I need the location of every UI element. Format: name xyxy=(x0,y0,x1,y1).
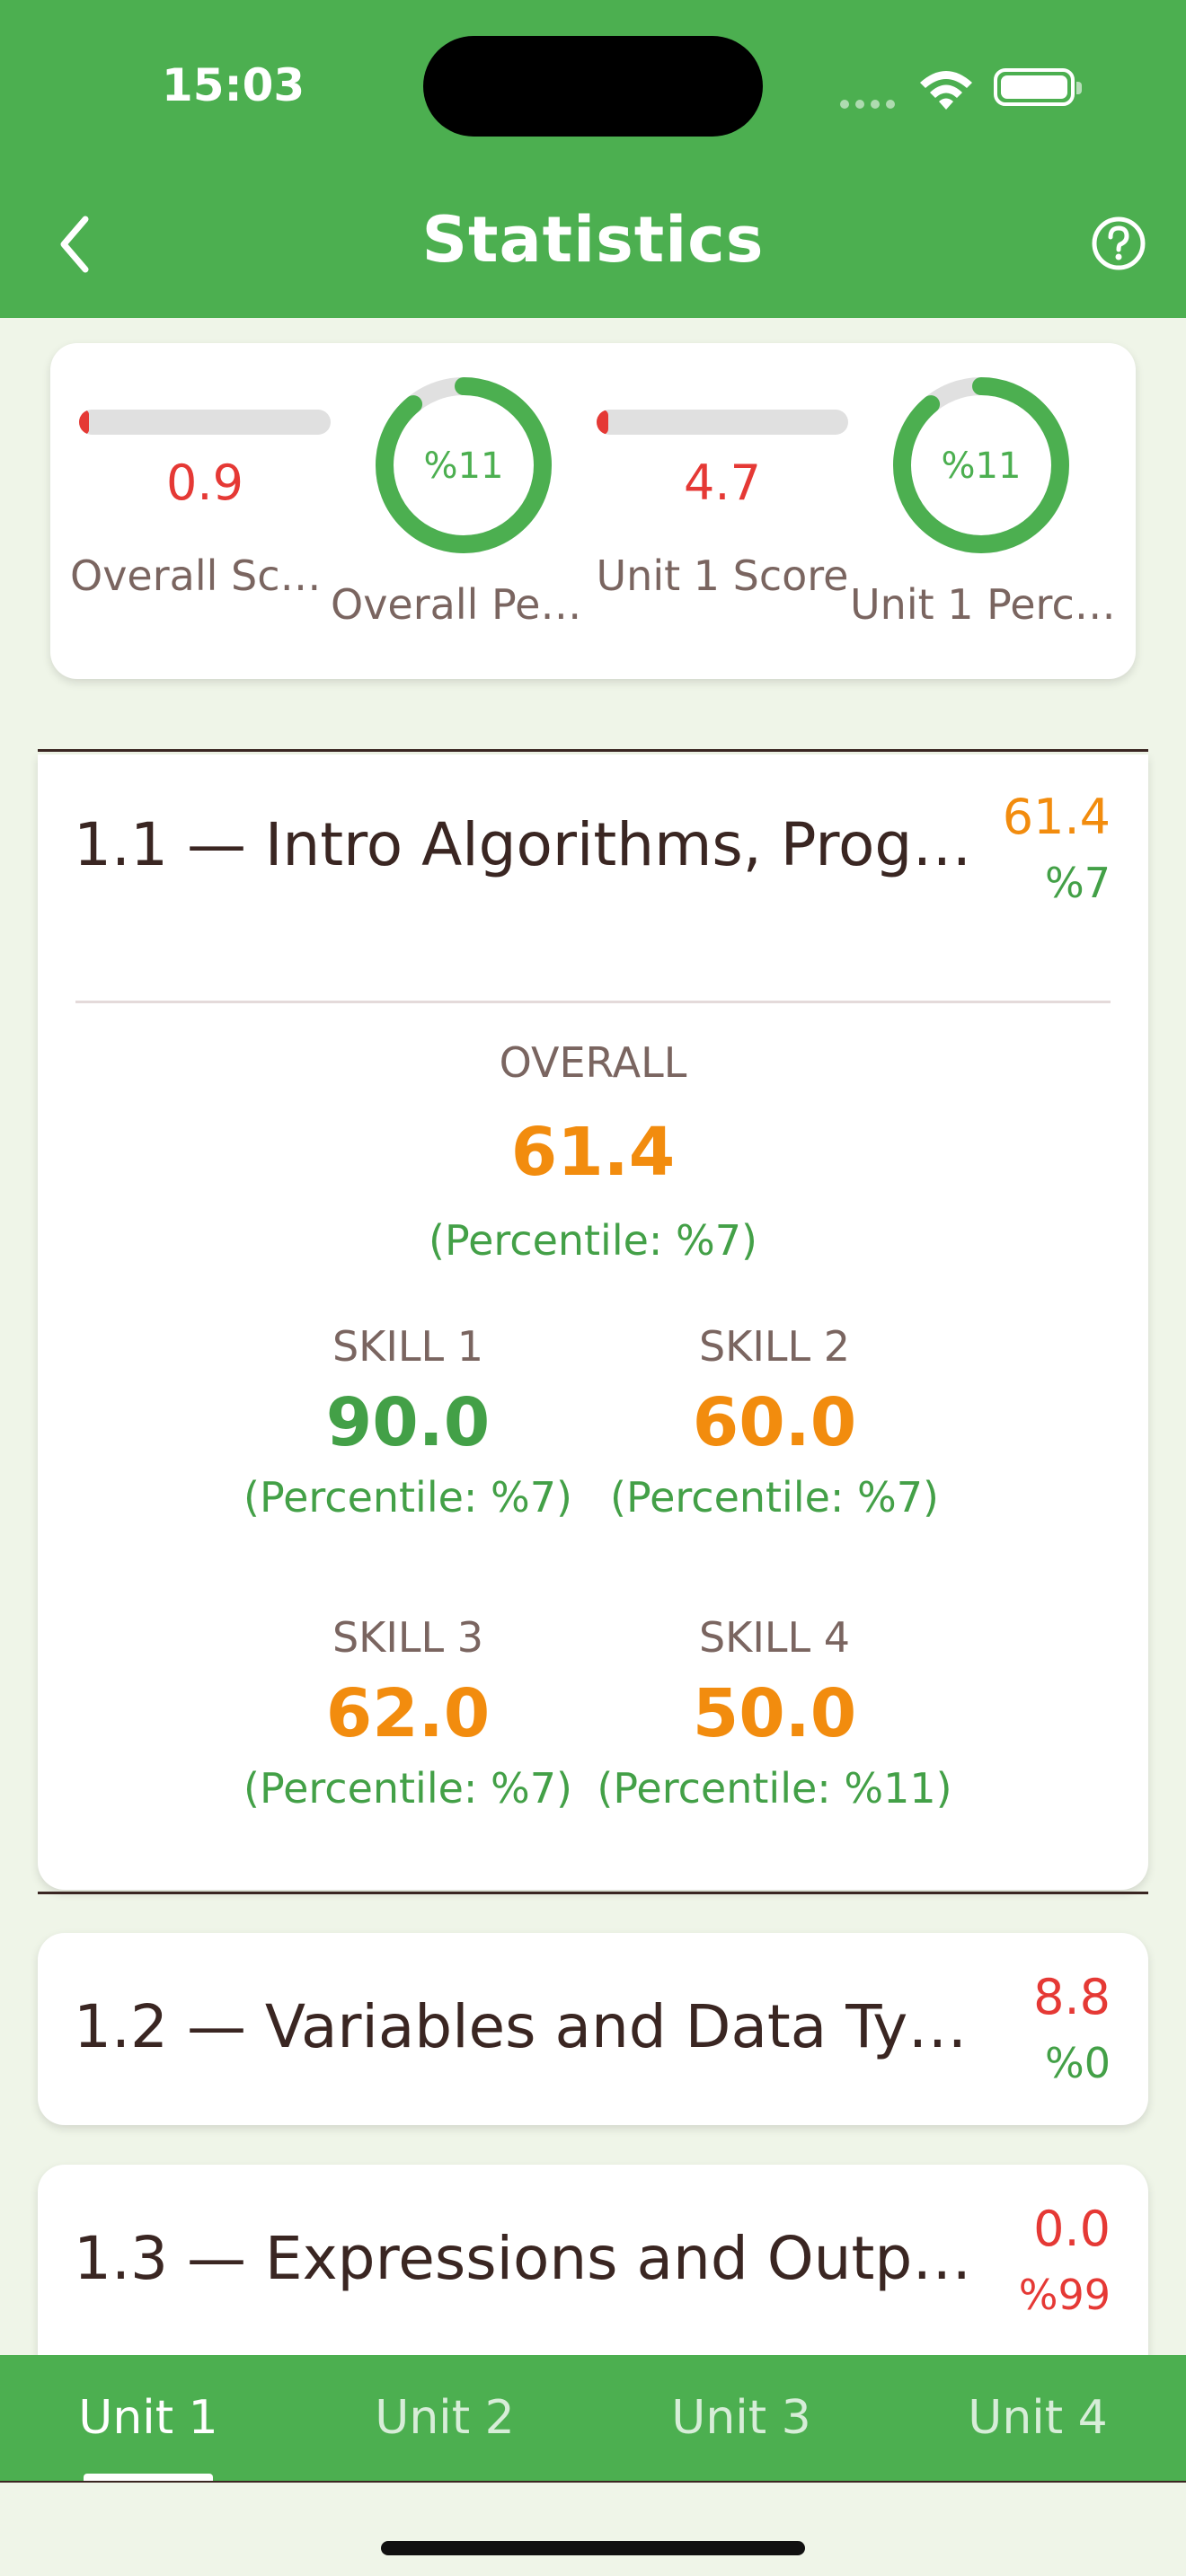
overall-value: 61.4 xyxy=(510,1114,676,1191)
section-title: 1.3 — Expressions and Output xyxy=(74,2224,972,2293)
skill-value: 90.0 xyxy=(325,1384,491,1461)
unit-percentile-label: Unit 1 Percentile xyxy=(850,580,1120,629)
section-score: 8.8 xyxy=(1033,1969,1111,2025)
skill-label: SKILL 1 xyxy=(332,1322,484,1371)
unit-score-stat: 4.7 xyxy=(597,410,848,511)
skill-value: 60.0 xyxy=(692,1384,857,1461)
cellular-signal-icon xyxy=(840,95,901,112)
skill-2: SKILL 2 60.0 (Percentile: %7) xyxy=(595,1322,954,1522)
overall-score-value: 0.9 xyxy=(166,454,243,511)
section-separator xyxy=(38,749,1148,752)
help-button[interactable] xyxy=(1091,216,1146,271)
overall-label: OVERALL xyxy=(499,1038,687,1087)
section-percentile: %99 xyxy=(1018,2271,1111,2319)
battery-icon xyxy=(994,68,1082,106)
skill-percentile: (Percentile: %7) xyxy=(243,1764,572,1813)
unit-score-bar-fill xyxy=(597,410,609,435)
summary-stats-card: 0.9 Overall Score %11 Overall Percentile… xyxy=(50,343,1136,679)
overall-score-label: Overall Score xyxy=(70,551,340,600)
unit-tab-bar: Unit 1 Unit 2 Unit 3 Unit 4 xyxy=(0,2355,1186,2481)
section-card[interactable]: 1.3 — Expressions and Output 0.0 %99 xyxy=(38,2165,1148,2380)
section-card-expanded[interactable]: 1.1 — Intro Algorithms, Programming 61.4… xyxy=(38,754,1148,1890)
overall-percentile-ring: %11 xyxy=(374,375,553,559)
overall-percentile-value: %11 xyxy=(424,446,504,487)
skill-label: SKILL 3 xyxy=(332,1613,484,1662)
overall-score-bar-fill xyxy=(79,410,90,435)
dynamic-island xyxy=(423,36,763,137)
section-score: 0.0 xyxy=(1033,2201,1111,2257)
home-indicator[interactable] xyxy=(381,2541,805,2555)
tab-indicator xyxy=(84,2474,213,2481)
unit-percentile-value: %11 xyxy=(942,446,1022,487)
skill-value: 62.0 xyxy=(325,1675,491,1752)
section-score: 61.4 xyxy=(1002,789,1111,845)
skill-label: SKILL 2 xyxy=(698,1322,851,1371)
section-percentile: %7 xyxy=(1045,859,1111,907)
tab-unit-1[interactable]: Unit 1 xyxy=(31,2391,265,2445)
unit-score-bar xyxy=(597,410,848,435)
status-time: 15:03 xyxy=(162,59,305,111)
section-title: 1.1 — Intro Algorithms, Programming xyxy=(74,810,972,879)
tab-unit-4[interactable]: Unit 4 xyxy=(921,2391,1155,2445)
skill-percentile: (Percentile: %7) xyxy=(610,1473,939,1522)
skill-percentile: (Percentile: %7) xyxy=(243,1473,572,1522)
skill-4: SKILL 4 50.0 (Percentile: %11) xyxy=(595,1613,954,1813)
section-card[interactable]: 1.2 — Variables and Data Types 8.8 %0 xyxy=(38,1933,1148,2125)
skill-percentile: (Percentile: %11) xyxy=(597,1764,952,1813)
unit-score-value: 4.7 xyxy=(684,454,761,511)
tab-unit-2[interactable]: Unit 2 xyxy=(328,2391,562,2445)
section-percentile: %0 xyxy=(1045,2039,1111,2087)
tab-unit-3[interactable]: Unit 3 xyxy=(624,2391,858,2445)
unit-percentile-ring: %11 xyxy=(891,375,1071,559)
overall-percentile-label: Overall Percentile xyxy=(331,580,597,629)
bottom-safe-area xyxy=(0,2481,1186,2576)
skill-label: SKILL 4 xyxy=(698,1613,851,1662)
skill-1: SKILL 1 90.0 (Percentile: %7) xyxy=(228,1322,588,1522)
wifi-icon xyxy=(916,63,976,115)
help-icon xyxy=(1092,216,1146,270)
section-separator xyxy=(38,1892,1148,1894)
skill-3: SKILL 3 62.0 (Percentile: %7) xyxy=(228,1613,588,1813)
overall-score-bar xyxy=(79,410,331,435)
overall-percentile: (Percentile: %7) xyxy=(429,1216,757,1265)
unit-score-label: Unit 1 Score xyxy=(596,551,849,600)
section-title: 1.2 — Variables and Data Types xyxy=(74,1992,999,2061)
section-divider xyxy=(75,1001,1111,1003)
overall-score-stat: 0.9 xyxy=(79,410,331,511)
page-title: Statistics xyxy=(421,203,765,277)
skill-value: 50.0 xyxy=(692,1675,857,1752)
header-bar: 15:03 Statistics xyxy=(0,0,1186,318)
